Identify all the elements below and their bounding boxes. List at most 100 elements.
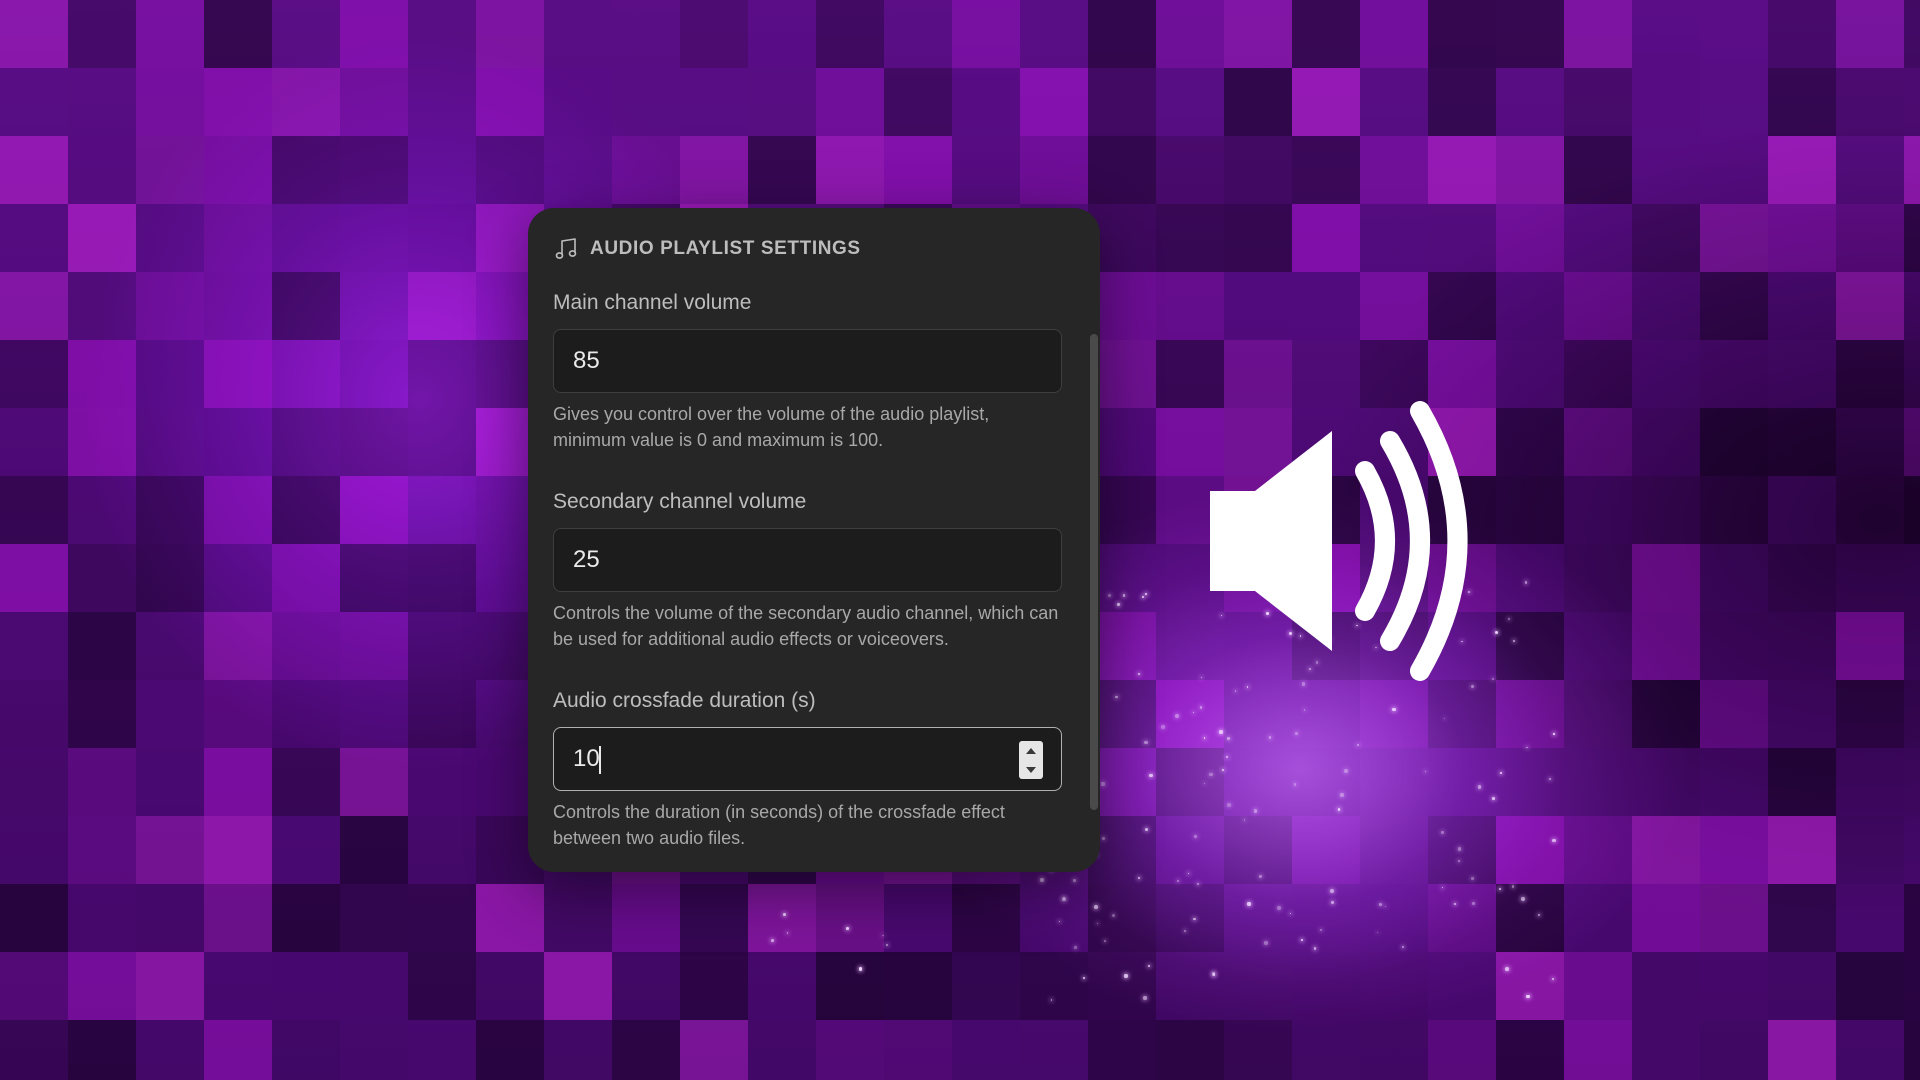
mosaic-tile — [0, 748, 68, 816]
sparkle — [1115, 695, 1118, 699]
mosaic-tile — [136, 340, 204, 408]
mosaic-tile — [1904, 68, 1920, 136]
mosaic-tile — [1224, 1020, 1292, 1080]
sparkle — [1199, 706, 1203, 709]
mosaic-tile — [136, 1020, 204, 1080]
mosaic-tile — [1360, 204, 1428, 272]
mosaic-tile — [1020, 136, 1088, 204]
mosaic-tile — [1564, 884, 1632, 952]
mosaic-tile — [340, 612, 408, 680]
mosaic-tile — [952, 1020, 1020, 1080]
stepper-down-icon[interactable] — [1026, 766, 1036, 773]
mosaic-tile — [1768, 884, 1836, 952]
crossfade-input[interactable] — [554, 728, 1061, 790]
sparkle — [1258, 874, 1263, 878]
mosaic-tile — [136, 544, 204, 612]
mosaic-tile — [136, 884, 204, 952]
mosaic-tile — [340, 476, 408, 544]
mosaic-tile — [1564, 476, 1632, 544]
mosaic-tile — [952, 884, 1020, 952]
mosaic-tile — [1700, 544, 1768, 612]
mosaic-tile — [748, 1020, 816, 1080]
mosaic-tile — [1904, 884, 1920, 952]
mosaic-tile — [1224, 136, 1292, 204]
mosaic-tile — [1768, 748, 1836, 816]
mosaic-tile — [1428, 68, 1496, 136]
mosaic-tile — [68, 1020, 136, 1080]
mosaic-tile — [1836, 816, 1904, 884]
mosaic-tile — [1768, 952, 1836, 1020]
mosaic-tile — [204, 0, 272, 68]
mosaic-tile — [340, 816, 408, 884]
mosaic-tile — [1428, 204, 1496, 272]
mosaic-tile — [408, 952, 476, 1020]
mosaic-tile — [272, 408, 340, 476]
mosaic-tile — [1700, 884, 1768, 952]
sparkle — [1511, 885, 1514, 888]
sparkle — [1212, 973, 1216, 976]
mosaic-tile — [1700, 136, 1768, 204]
mosaic-tile — [680, 884, 748, 952]
mosaic-tile — [1768, 272, 1836, 340]
main-volume-input[interactable] — [554, 330, 1061, 392]
mosaic-tile — [1564, 816, 1632, 884]
mosaic-tile — [1904, 476, 1920, 544]
mosaic-tile — [1564, 680, 1632, 748]
mosaic-tile — [204, 952, 272, 1020]
sparkle — [1101, 782, 1105, 786]
sparkle — [1549, 777, 1552, 780]
mosaic-tile — [1700, 612, 1768, 680]
mosaic-tile — [1768, 816, 1836, 884]
stepper-up-icon[interactable] — [1026, 747, 1036, 754]
mosaic-tile — [1836, 408, 1904, 476]
mosaic-tile — [68, 476, 136, 544]
sparkle — [1108, 594, 1112, 597]
mosaic-tile — [340, 272, 408, 340]
mosaic-tile — [1904, 544, 1920, 612]
sparkle — [1062, 897, 1066, 901]
mosaic-tile — [1632, 884, 1700, 952]
mosaic-tile — [1496, 204, 1564, 272]
mosaic-tile — [680, 136, 748, 204]
mosaic-tile — [1836, 272, 1904, 340]
mosaic-tile — [884, 68, 952, 136]
mosaic-tile — [68, 68, 136, 136]
mosaic-tile — [1768, 408, 1836, 476]
mosaic-tile — [136, 816, 204, 884]
mosaic-tile — [1632, 680, 1700, 748]
crossfade-stepper[interactable] — [1019, 741, 1043, 779]
sparkle — [1039, 878, 1044, 882]
mosaic-tile — [476, 68, 544, 136]
mosaic-tile — [612, 136, 680, 204]
mosaic-tile — [1700, 272, 1768, 340]
mosaic-tile — [1088, 0, 1156, 68]
mosaic-tile — [1564, 748, 1632, 816]
sparkle — [1074, 946, 1077, 949]
mosaic-tile — [408, 408, 476, 476]
sparkle — [1504, 966, 1509, 971]
mosaic-tile — [1904, 612, 1920, 680]
mosaic-tile — [1292, 204, 1360, 272]
mosaic-tile — [1088, 1020, 1156, 1080]
mosaic-tile — [816, 884, 884, 952]
mosaic-tile — [1904, 340, 1920, 408]
mosaic-tile — [408, 680, 476, 748]
mosaic-tile — [0, 952, 68, 1020]
panel-scrollbar[interactable] — [1090, 334, 1098, 810]
sparkle — [1552, 838, 1556, 843]
mosaic-tile — [816, 952, 884, 1020]
mosaic-tile — [136, 68, 204, 136]
mosaic-tile — [1904, 952, 1920, 1020]
mosaic-tile — [272, 612, 340, 680]
mosaic-tile — [204, 680, 272, 748]
mosaic-tile — [1904, 0, 1920, 68]
mosaic-tile — [1292, 1020, 1360, 1080]
sparkle — [1145, 593, 1148, 595]
mosaic-tile — [748, 0, 816, 68]
mosaic-tile — [476, 1020, 544, 1080]
sparkle — [1174, 714, 1179, 719]
mosaic-tile — [1904, 680, 1920, 748]
sparkle — [1083, 976, 1085, 979]
mosaic-tile — [1700, 1020, 1768, 1080]
secondary-volume-input[interactable] — [554, 529, 1061, 591]
